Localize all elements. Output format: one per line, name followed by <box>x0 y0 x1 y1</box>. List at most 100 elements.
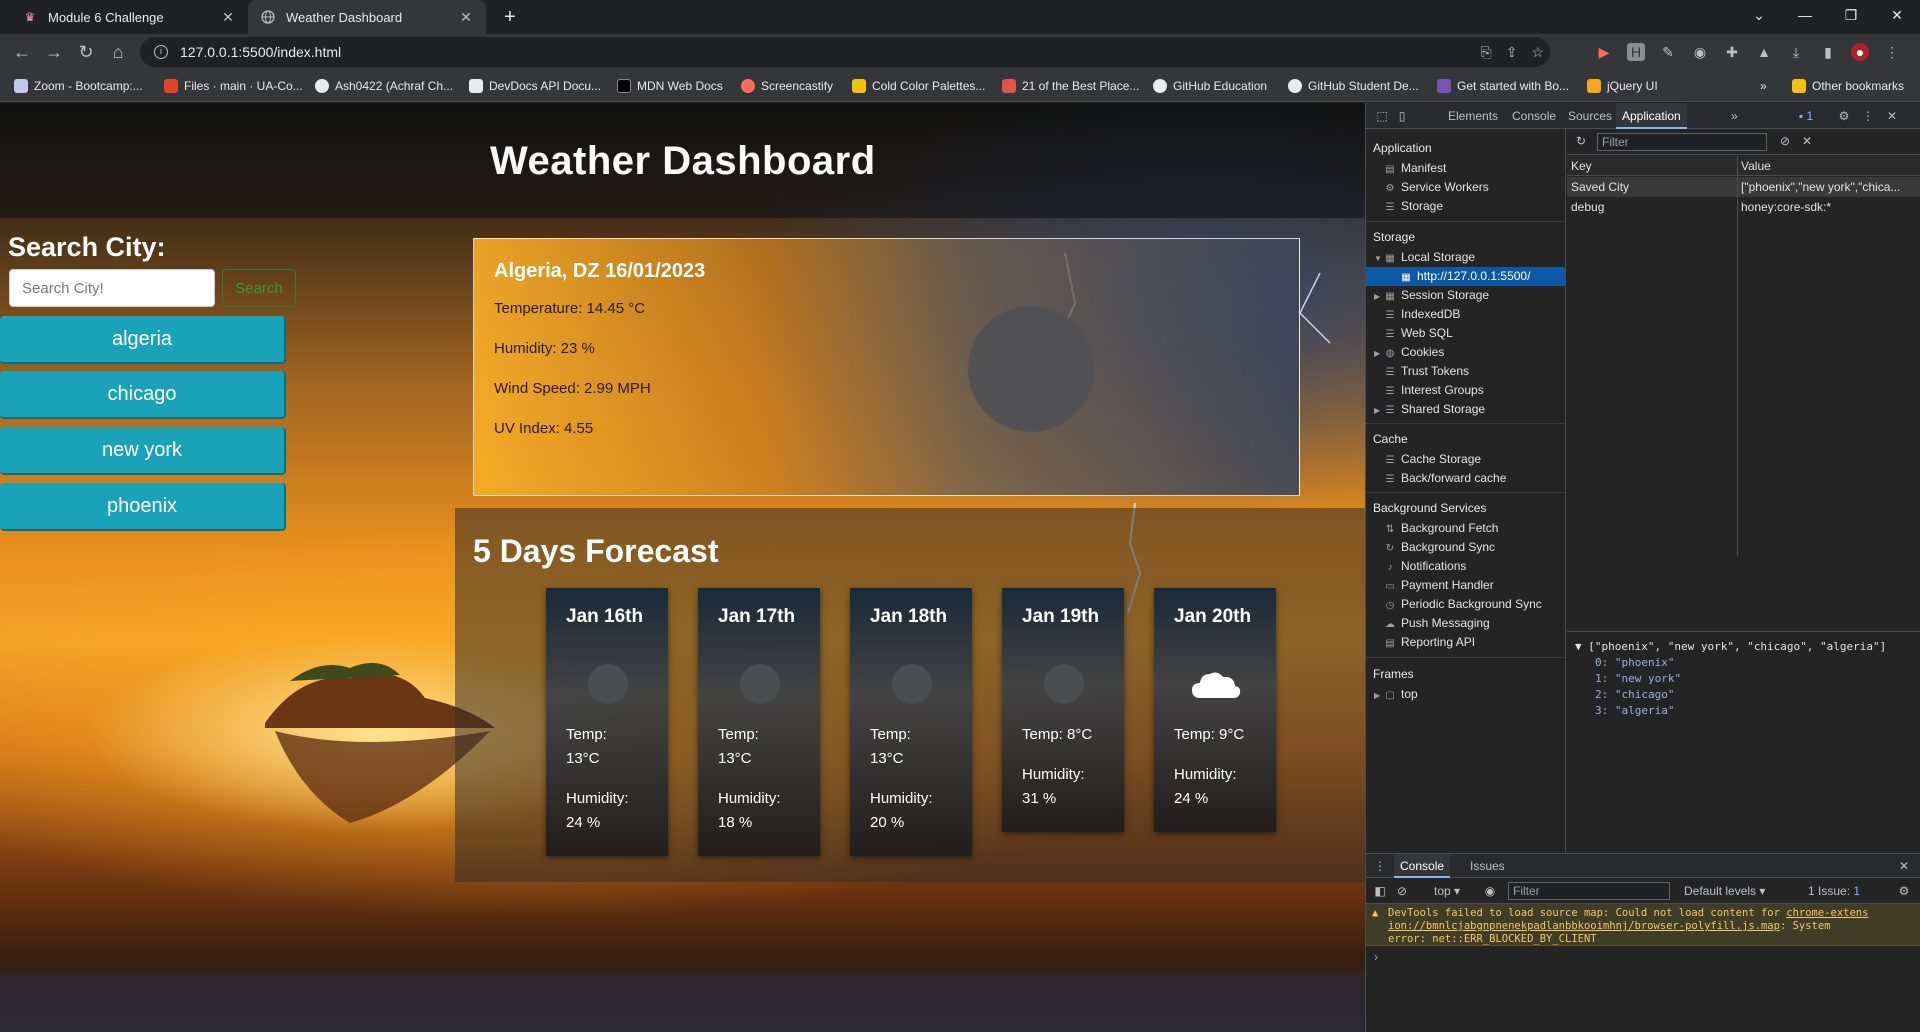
new-tab-button[interactable]: + <box>497 4 523 30</box>
tab-module-6[interactable]: ♛ Module 6 Challenge ✕ <box>10 0 248 34</box>
delete-selected-icon[interactable]: ✕ <box>1799 133 1815 149</box>
sidebar-item-background-fetch[interactable]: ⇅ Background Fetch <box>1366 519 1565 538</box>
city-button-algeria[interactable]: algeria <box>0 316 286 364</box>
inspect-element-icon[interactable]: ⬚ <box>1374 108 1390 124</box>
device-toolbar-icon[interactable]: ▯ <box>1394 108 1410 124</box>
sidebar-item-payment-handler[interactable]: ▭ Payment Handler <box>1366 576 1565 595</box>
bookmark-color-palettes[interactable]: Cold Color Palettes... <box>852 77 985 95</box>
key-column-header[interactable]: Key <box>1571 156 1592 176</box>
issues-counter[interactable]: ▪ 1 <box>1792 108 1820 124</box>
close-devtools-icon[interactable]: ✕ <box>1884 108 1900 124</box>
tab-search-icon[interactable]: ⌄ <box>1736 0 1782 34</box>
preview-summary[interactable]: ▼ ["phoenix", "new york", "chicago", "al… <box>1575 640 1886 653</box>
tab-sources[interactable]: Sources <box>1562 103 1618 129</box>
reload-icon[interactable]: ↻ <box>74 40 98 64</box>
console-filter-input[interactable] <box>1508 882 1670 900</box>
live-expression-eye-icon[interactable]: ◉ <box>1482 883 1498 899</box>
translate-icon[interactable]: ⎘ <box>1481 44 1492 61</box>
issues-button[interactable]: 1 Issue: 1 <box>1802 878 1866 904</box>
side-panel-icon[interactable]: ▮ <box>1819 43 1837 61</box>
sidebar-item-web-sql[interactable]: ☰ Web SQL <box>1366 324 1565 343</box>
bookmark-star-icon[interactable]: ☆ <box>1531 44 1544 61</box>
minimize-button[interactable]: — <box>1782 0 1828 34</box>
bookmarks-overflow-button[interactable]: » <box>1760 77 1767 95</box>
menu-icon[interactable]: ⋮ <box>1883 43 1901 61</box>
source-map-link[interactable]: ion://bmnlcjabgnpnenekpadlanbbkooimhnj/b… <box>1388 920 1780 932</box>
close-drawer-icon[interactable]: ✕ <box>1896 858 1912 874</box>
extension-pen-icon[interactable]: ✎ <box>1659 43 1677 61</box>
sidebar-item-cookies[interactable]: ▶ ◍ Cookies <box>1366 343 1565 362</box>
sidebar-toggle-icon[interactable]: ◧ <box>1372 883 1388 899</box>
sidebar-item-indexeddb[interactable]: ☰ IndexedDB <box>1366 305 1565 324</box>
storage-filter-input[interactable] <box>1597 133 1767 151</box>
close-tab-icon[interactable]: ✕ <box>458 9 474 26</box>
collapsed-arrow-icon[interactable]: ▶ <box>1374 686 1384 705</box>
site-info-icon[interactable]: i <box>154 45 168 59</box>
city-button-new-york[interactable]: new york <box>0 427 286 475</box>
bookmark-screencastify[interactable]: Screencastify <box>741 77 833 95</box>
extension-wave-icon[interactable]: ◉ <box>1691 43 1709 61</box>
tab-elements[interactable]: Elements <box>1442 103 1504 129</box>
expanded-arrow-icon[interactable]: ▼ <box>1374 249 1384 268</box>
city-button-phoenix[interactable]: phoenix <box>0 483 286 531</box>
sidebar-item-notifications[interactable]: ♪ Notifications <box>1366 557 1565 576</box>
sidebar-item-session-storage[interactable]: ▶ ▦ Session Storage <box>1366 286 1565 305</box>
sidebar-item-shared-storage[interactable]: ▶ ☰ Shared Storage <box>1366 400 1565 419</box>
sidebar-item-bfcache[interactable]: ☰ Back/forward cache <box>1366 469 1565 488</box>
home-icon[interactable]: ⌂ <box>106 40 130 64</box>
bookmark-gitlab[interactable]: Files · main · UA-Co... <box>164 77 303 95</box>
sidebar-item-interest-groups[interactable]: ☰ Interest Groups <box>1366 381 1565 400</box>
drawer-menu-icon[interactable]: ⋮ <box>1372 858 1388 874</box>
sidebar-item-push-messaging[interactable]: ☁ Push Messaging <box>1366 614 1565 633</box>
log-levels-dropdown[interactable]: Default levels ▾ <box>1678 878 1771 904</box>
tab-application[interactable]: Application <box>1616 103 1687 129</box>
settings-gear-icon[interactable]: ⚙ <box>1836 108 1852 124</box>
console-settings-icon[interactable]: ⚙ <box>1896 883 1912 899</box>
clear-all-icon[interactable]: ⊘ <box>1777 133 1793 149</box>
clear-console-icon[interactable]: ⊘ <box>1394 883 1410 899</box>
sidebar-item-background-sync[interactable]: ↻ Background Sync <box>1366 538 1565 557</box>
source-map-link[interactable]: chrome-extens <box>1786 907 1868 919</box>
back-icon[interactable]: ← <box>10 40 34 64</box>
close-window-button[interactable]: ✕ <box>1874 0 1920 34</box>
drawer-tab-issues[interactable]: Issues <box>1464 854 1511 878</box>
sidebar-item-local-storage[interactable]: ▼ ▦ Local Storage <box>1366 248 1565 267</box>
extension-screencastify-icon[interactable]: ▶ <box>1595 43 1613 61</box>
drawer-tab-console[interactable]: Console <box>1394 854 1451 878</box>
extensions-puzzle-icon[interactable]: ✚ <box>1723 43 1741 61</box>
sidebar-item-reporting-api[interactable]: ▤ Reporting API <box>1366 633 1565 652</box>
bookmark-github-student[interactable]: GitHub Student De... <box>1288 77 1419 95</box>
table-row[interactable]: Saved City ["phoenix","new york","chica.… <box>1567 177 1920 197</box>
forward-icon[interactable]: → <box>42 40 66 64</box>
collapsed-arrow-icon[interactable]: ▶ <box>1374 287 1384 306</box>
other-bookmarks[interactable]: Other bookmarks <box>1792 77 1904 95</box>
refresh-icon[interactable]: ↻ <box>1573 133 1589 149</box>
bookmark-jquery-ui[interactable]: jQuery UI <box>1587 77 1658 95</box>
collapsed-arrow-icon[interactable]: ▶ <box>1374 344 1384 363</box>
sidebar-item-manifest[interactable]: ▤ Manifest <box>1366 159 1565 178</box>
table-row[interactable]: debug honey:core-sdk:* <box>1567 197 1920 217</box>
value-column-header[interactable]: Value <box>1741 156 1771 176</box>
devtools-menu-icon[interactable]: ⋮ <box>1860 108 1876 124</box>
search-input[interactable] <box>9 269 215 307</box>
expanded-arrow-icon[interactable]: ▼ <box>1575 640 1588 653</box>
city-button-chicago[interactable]: chicago <box>0 371 286 419</box>
tab-weather-dashboard[interactable]: Weather Dashboard ✕ <box>248 0 486 34</box>
sidebar-item-service-workers[interactable]: ⚙ Service Workers <box>1366 178 1565 197</box>
restore-button[interactable]: ❐ <box>1828 0 1874 34</box>
sidebar-item-frame-top[interactable]: ▶ ▢ top <box>1366 685 1565 704</box>
console-prompt[interactable]: › <box>1374 950 1378 964</box>
more-tabs-button[interactable]: » <box>1725 103 1744 129</box>
extension-jquery-icon[interactable]: ▲ <box>1755 43 1773 61</box>
sidebar-item-cache-storage[interactable]: ☰ Cache Storage <box>1366 450 1565 469</box>
bookmark-best-places[interactable]: 21 of the Best Place... <box>1002 77 1139 95</box>
share-icon[interactable]: ⇪ <box>1506 44 1518 61</box>
extension-honey-icon[interactable]: H <box>1627 43 1645 61</box>
sidebar-item-trust-tokens[interactable]: ☰ Trust Tokens <box>1366 362 1565 381</box>
bookmark-mdn[interactable]: MDN Web Docs <box>617 77 723 95</box>
bookmark-devdocs[interactable]: DevDocs API Docu... <box>469 77 601 95</box>
bookmark-bootstrap[interactable]: Get started with Bo... <box>1437 77 1569 95</box>
profile-avatar[interactable]: ● <box>1851 43 1869 61</box>
bookmark-github-profile[interactable]: Ash0422 (Achraf Ch... <box>315 77 453 95</box>
download-icon[interactable]: ⤓ <box>1787 43 1805 61</box>
